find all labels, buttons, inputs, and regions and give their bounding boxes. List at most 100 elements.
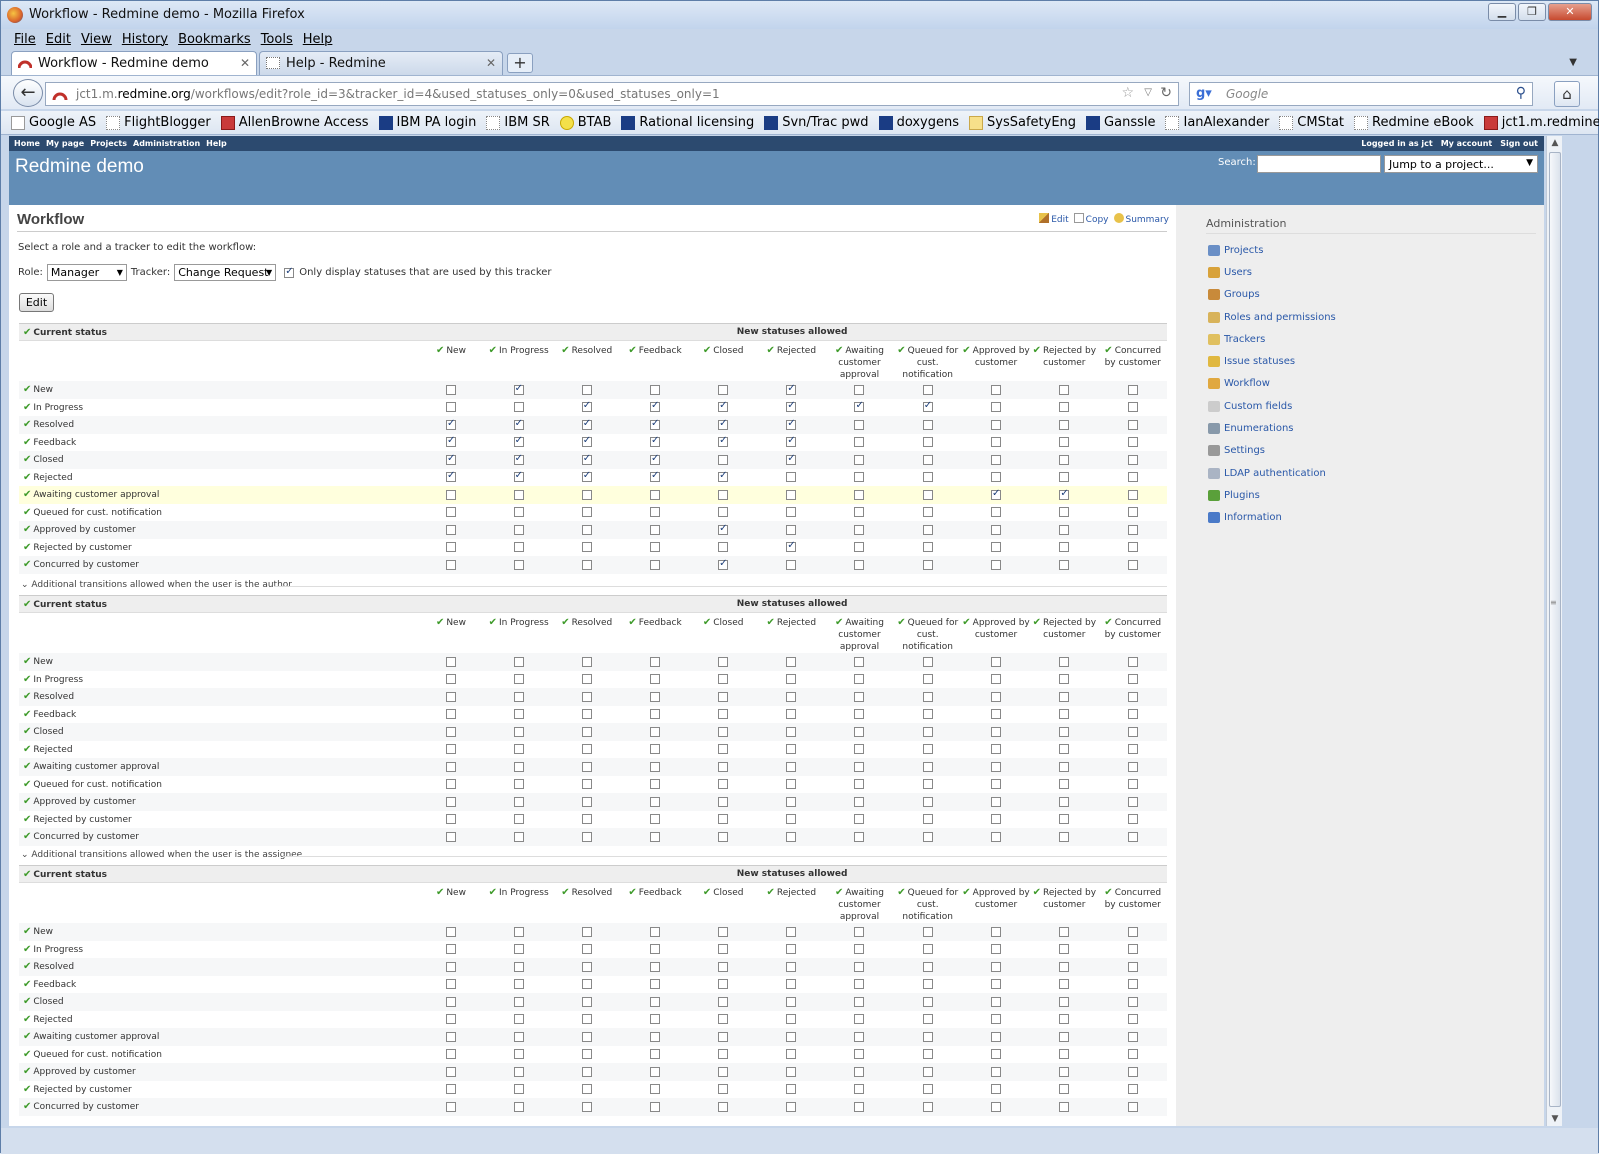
transition-checkbox[interactable] (991, 979, 1002, 989)
transition-checkbox[interactable] (513, 524, 524, 535)
tab-list-icon[interactable]: ▼ (1569, 57, 1577, 68)
scroll-down-icon[interactable]: ▼ (1549, 1114, 1561, 1124)
transition-checkbox[interactable] (445, 435, 456, 447)
transition-checkbox[interactable] (650, 831, 661, 842)
transition-checkbox[interactable] (991, 691, 1002, 702)
sidebar-item-issue-statuses[interactable]: Issue statuses (1208, 350, 1336, 372)
transition-checkbox[interactable] (445, 814, 456, 824)
transition-checkbox[interactable] (445, 656, 456, 667)
transition-checkbox[interactable] (922, 419, 933, 430)
row-status-name[interactable]: ✔ Queued for cust. notification (19, 504, 417, 522)
transition-checkbox[interactable] (1127, 691, 1138, 702)
transition-checkbox[interactable] (922, 814, 933, 824)
transition-checkbox[interactable] (650, 470, 661, 482)
transition-checkbox[interactable] (1059, 472, 1070, 482)
transition-checkbox[interactable] (1059, 656, 1070, 667)
bookmark-item[interactable]: CMStat (1279, 115, 1344, 130)
transition-checkbox[interactable] (1127, 489, 1138, 500)
row-status-name[interactable]: ✔ New (19, 923, 418, 941)
transition-checkbox[interactable] (445, 1066, 456, 1077)
transition-checkbox[interactable] (650, 726, 661, 737)
transition-checkbox[interactable] (650, 524, 661, 535)
row-status-name[interactable]: ✔ Rejected (19, 1011, 417, 1029)
transition-checkbox[interactable] (445, 418, 456, 430)
tab-workflow[interactable]: Workflow - Redmine demo ✕ (11, 51, 257, 75)
transition-checkbox[interactable] (650, 1014, 661, 1024)
transition-checkbox[interactable] (718, 979, 729, 989)
column-header[interactable]: ✔ Approved by customer (962, 341, 1030, 382)
transition-checkbox[interactable] (922, 796, 933, 807)
transition-checkbox[interactable] (718, 744, 729, 754)
transition-checkbox[interactable] (991, 437, 1002, 447)
transition-checkbox[interactable] (513, 507, 524, 517)
transition-checkbox[interactable] (581, 453, 592, 465)
transition-checkbox[interactable] (581, 1101, 592, 1112)
transition-checkbox[interactable] (718, 1101, 729, 1112)
back-button[interactable]: ← (13, 79, 43, 107)
transition-checkbox[interactable] (718, 726, 729, 737)
transition-checkbox[interactable] (854, 779, 865, 789)
transition-checkbox[interactable] (650, 453, 661, 465)
reload-icon[interactable]: ↻ (1160, 85, 1172, 101)
transition-checkbox[interactable] (854, 709, 865, 719)
column-header[interactable]: ✔ Approved by customer (962, 613, 1030, 654)
transition-checkbox[interactable] (1059, 524, 1070, 535)
transition-checkbox[interactable] (991, 926, 1002, 937)
transition-checkbox[interactable] (1059, 1084, 1070, 1094)
transition-checkbox[interactable] (581, 524, 592, 535)
transition-checkbox[interactable] (650, 1049, 661, 1059)
transition-checkbox[interactable] (1127, 419, 1138, 430)
transition-checkbox[interactable] (786, 383, 797, 395)
transition-checkbox[interactable] (786, 435, 797, 447)
transition-checkbox[interactable] (991, 744, 1002, 754)
row-status-name[interactable]: ✔ Awaiting customer approval (19, 758, 418, 776)
transition-checkbox[interactable] (1127, 709, 1138, 719)
transition-checkbox[interactable] (445, 944, 456, 954)
transition-checkbox[interactable] (445, 453, 456, 465)
transition-checkbox[interactable] (786, 944, 797, 954)
transition-checkbox[interactable] (513, 726, 524, 737)
row-status-name[interactable]: ✔ Concurred by customer (19, 828, 418, 846)
transition-checkbox[interactable] (991, 402, 1002, 412)
column-header[interactable]: ✔ Rejected (757, 341, 825, 382)
transition-checkbox[interactable] (581, 796, 592, 807)
transition-checkbox[interactable] (1127, 1066, 1138, 1077)
transition-checkbox[interactable] (854, 1014, 865, 1024)
transition-checkbox[interactable] (854, 744, 865, 754)
transition-checkbox[interactable] (922, 507, 933, 517)
transition-checkbox[interactable] (513, 979, 524, 989)
transition-checkbox[interactable] (922, 726, 933, 737)
transition-checkbox[interactable] (991, 814, 1002, 824)
transition-checkbox[interactable] (445, 726, 456, 737)
transition-checkbox[interactable] (854, 507, 865, 517)
transition-checkbox[interactable] (650, 796, 661, 807)
transition-checkbox[interactable] (854, 1066, 865, 1077)
transition-checkbox[interactable] (445, 507, 456, 517)
bookmark-item[interactable]: Ganssle (1086, 115, 1155, 130)
transition-checkbox[interactable] (1059, 402, 1070, 412)
transition-checkbox[interactable] (922, 559, 933, 570)
bookmark-item[interactable]: IBM SR (486, 115, 550, 130)
transition-checkbox[interactable] (718, 814, 729, 824)
transition-checkbox[interactable] (991, 419, 1002, 430)
sidebar-item-roles-and-permissions[interactable]: Roles and permissions (1208, 306, 1336, 328)
transition-checkbox[interactable] (650, 761, 661, 772)
transition-checkbox[interactable] (991, 831, 1002, 842)
transition-checkbox[interactable] (991, 1031, 1002, 1042)
column-header[interactable]: ✔ Queued for cust. notification (894, 341, 962, 382)
transition-checkbox[interactable] (445, 926, 456, 937)
row-status-name[interactable]: ✔ Concurred by customer (19, 556, 418, 574)
transition-checkbox[interactable] (650, 559, 661, 570)
transition-checkbox[interactable] (1059, 542, 1070, 552)
transition-checkbox[interactable] (718, 1031, 729, 1042)
transition-checkbox[interactable] (786, 1014, 797, 1024)
row-status-name[interactable]: ✔ Rejected by customer (19, 811, 417, 829)
transition-checkbox[interactable] (513, 1066, 524, 1077)
row-status-name[interactable]: ✔ Closed (19, 993, 418, 1011)
transition-checkbox[interactable] (1059, 488, 1070, 500)
transition-checkbox[interactable] (513, 1031, 524, 1042)
transition-checkbox[interactable] (650, 542, 661, 552)
jump-to-project-select[interactable]: Jump to a project... ▼ (1384, 155, 1538, 173)
transition-checkbox[interactable] (854, 796, 865, 807)
sidebar-item-trackers[interactable]: Trackers (1208, 328, 1336, 350)
